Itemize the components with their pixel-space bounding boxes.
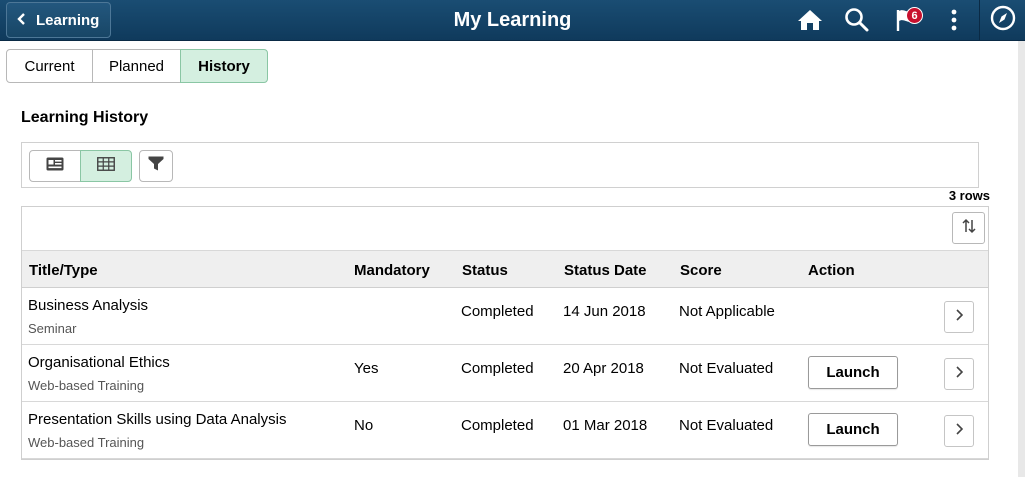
row-type: Web-based Training (28, 435, 145, 450)
row-status: Completed (461, 417, 534, 434)
tab-current[interactable]: Current (6, 49, 93, 83)
row-details-button[interactable] (944, 415, 974, 447)
card-view-button[interactable] (29, 150, 81, 182)
row-mandatory: Yes (354, 360, 379, 377)
back-button[interactable]: Learning (6, 2, 111, 38)
sort-icon (961, 218, 977, 239)
launch-button[interactable]: Launch (808, 413, 898, 446)
row-details-button[interactable] (944, 358, 974, 390)
section-title: Learning History (21, 109, 149, 126)
row-type: Seminar (28, 321, 77, 336)
chevron-left-icon (17, 12, 26, 28)
table-header: Title/Type Mandatory Status Status Date … (22, 250, 988, 288)
more-vertical-icon[interactable] (940, 6, 968, 34)
chevron-right-icon (955, 308, 964, 326)
tab-bar: Current Planned History (6, 49, 268, 83)
notification-badge: 6 (906, 7, 923, 24)
chevron-right-icon (955, 365, 964, 383)
column-header-title[interactable]: Title/Type (29, 262, 98, 279)
row-title: Organisational Ethics (28, 354, 170, 371)
learning-history-grid: Title/Type Mandatory Status Status Date … (21, 206, 989, 460)
row-details-button[interactable] (944, 301, 974, 333)
row-count: 3 rows (948, 188, 990, 203)
row-title: Business Analysis (28, 297, 149, 314)
launch-button[interactable]: Launch (808, 356, 898, 389)
filter-icon (148, 156, 164, 176)
card-view-icon (46, 157, 64, 176)
grid-view-button[interactable] (80, 150, 132, 182)
home-icon[interactable] (796, 6, 824, 34)
column-header-action: Action (808, 262, 855, 279)
sort-button[interactable] (952, 212, 985, 244)
row-status-date: 14 Jun 2018 (563, 303, 646, 320)
page-title: My Learning (453, 9, 572, 31)
row-status-date: 01 Mar 2018 (563, 417, 648, 434)
row-score: Not Applicable (679, 303, 775, 320)
scrollbar-track[interactable] (1018, 41, 1025, 477)
column-header-score[interactable]: Score (680, 262, 722, 279)
row-score: Not Evaluated (679, 360, 774, 377)
table-row[interactable]: Organisational Ethics Web-based Training… (22, 345, 988, 402)
navbar-button[interactable] (979, 0, 1025, 41)
row-type: Web-based Training (28, 378, 145, 393)
search-icon[interactable] (843, 6, 871, 34)
row-status-date: 20 Apr 2018 (563, 360, 644, 377)
compass-icon (990, 5, 1016, 36)
tab-planned[interactable]: Planned (92, 49, 181, 83)
table-row[interactable]: Presentation Skills using Data Analysis … (22, 402, 988, 459)
view-toolbar (21, 142, 979, 188)
row-score: Not Evaluated (679, 417, 774, 434)
table-row[interactable]: Business Analysis Seminar Completed 14 J… (22, 288, 988, 345)
chevron-right-icon (955, 422, 964, 440)
grid-view-icon (97, 156, 115, 176)
column-header-status-date[interactable]: Status Date (564, 262, 647, 279)
app-header: Learning My Learning 6 (0, 0, 1025, 41)
row-mandatory: No (354, 417, 374, 434)
row-title: Presentation Skills using Data Analysis (28, 411, 287, 428)
column-header-mandatory[interactable]: Mandatory (354, 262, 430, 279)
back-button-label: Learning (36, 11, 100, 29)
filter-button[interactable] (139, 150, 173, 182)
column-header-status[interactable]: Status (462, 262, 508, 279)
row-status: Completed (461, 360, 534, 377)
tab-history[interactable]: History (180, 49, 268, 83)
row-status: Completed (461, 303, 534, 320)
